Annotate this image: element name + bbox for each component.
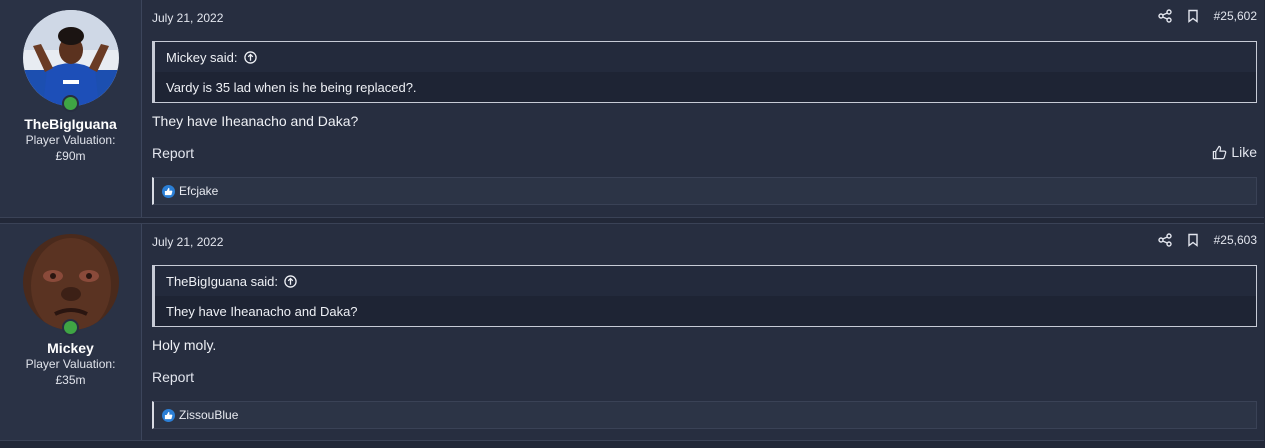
player-valuation-label: Player Valuation: xyxy=(25,133,116,147)
post-25603: Mickey Player Valuation: £35m July 21, 2… xyxy=(0,223,1264,441)
post-date[interactable]: July 21, 2022 xyxy=(152,11,223,25)
like-button[interactable]: Like xyxy=(1212,144,1257,160)
reactions-bar[interactable]: ZissouBlue xyxy=(152,401,1257,429)
bookmark-icon[interactable] xyxy=(1186,9,1200,23)
quote-block: TheBigIguana said: They have Iheanacho a… xyxy=(152,265,1257,327)
like-label: Like xyxy=(1231,144,1257,160)
bookmark-icon[interactable] xyxy=(1186,233,1200,247)
quote-header[interactable]: Mickey said: xyxy=(155,42,1256,72)
quote-header[interactable]: TheBigIguana said: xyxy=(155,266,1256,296)
online-status-icon xyxy=(62,319,79,336)
reaction-users[interactable]: Efcjake xyxy=(179,184,218,198)
player-valuation-value: £90m xyxy=(55,149,86,163)
thumbs-up-icon xyxy=(162,408,175,422)
online-status-icon xyxy=(62,95,79,112)
quote-block: Mickey said: Vardy is 35 lad when is he … xyxy=(152,41,1257,103)
quote-text: They have Iheanacho and Daka? xyxy=(166,303,358,319)
post-actions: #25,603 xyxy=(1157,233,1257,247)
quote-author: TheBigIguana said: xyxy=(166,273,279,289)
arrow-up-circle-icon[interactable] xyxy=(243,50,257,64)
reactions-bar[interactable]: Efcjake xyxy=(152,177,1257,205)
player-valuation-value: £35m xyxy=(55,373,86,387)
post-message: They have Iheanacho and Daka? xyxy=(152,113,359,129)
arrow-up-circle-icon[interactable] xyxy=(284,274,297,288)
post-actions: #25,602 xyxy=(1157,9,1257,23)
avatar[interactable] xyxy=(23,10,119,106)
user-info: TheBigIguana Player Valuation: £90m xyxy=(0,0,142,217)
share-icon[interactable] xyxy=(1157,233,1172,247)
post-number[interactable]: #25,602 xyxy=(1214,9,1257,23)
quote-text: Vardy is 35 lad when is he being replace… xyxy=(166,79,417,95)
quote-author: Mickey said: xyxy=(166,49,238,65)
post-message: Holy moly. xyxy=(152,337,217,353)
avatar[interactable] xyxy=(23,234,119,330)
reaction-users[interactable]: ZissouBlue xyxy=(179,408,238,422)
user-info: Mickey Player Valuation: £35m xyxy=(0,224,142,440)
post-content: July 21, 2022 #25,602 Mickey said: Vardy… xyxy=(152,0,1257,217)
report-link[interactable]: Report xyxy=(152,145,194,161)
post-content: July 21, 2022 #25,603 TheBigIguana said:… xyxy=(152,224,1257,440)
username[interactable]: TheBigIguana xyxy=(0,116,141,132)
username[interactable]: Mickey xyxy=(0,340,141,356)
post-date[interactable]: July 21, 2022 xyxy=(152,235,223,249)
post-25602: TheBigIguana Player Valuation: £90m July… xyxy=(0,0,1264,218)
post-number[interactable]: #25,603 xyxy=(1214,233,1257,247)
share-icon[interactable] xyxy=(1157,9,1172,23)
thumbs-up-icon xyxy=(1213,145,1227,159)
player-valuation-label: Player Valuation: xyxy=(25,357,116,371)
report-link[interactable]: Report xyxy=(152,369,194,385)
thumbs-up-icon xyxy=(162,184,175,198)
